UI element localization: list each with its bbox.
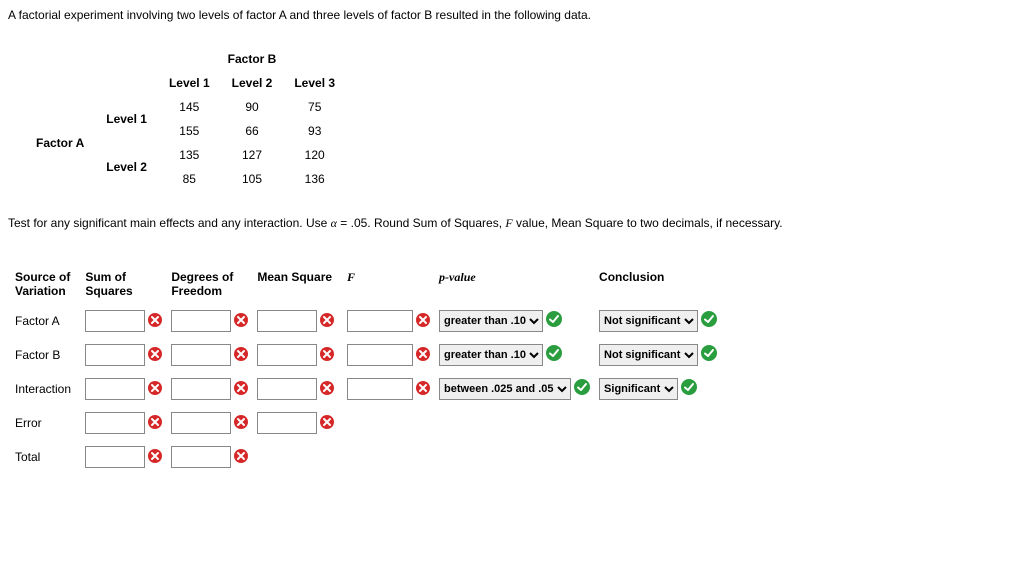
col-pvalue: p-value <box>438 269 592 299</box>
check-icon <box>700 310 718 331</box>
f-int-input[interactable] <box>347 378 413 400</box>
val: 105 <box>222 168 283 190</box>
row-error: Error <box>14 411 78 435</box>
row-level2: Level 2 <box>96 144 157 190</box>
f-a-input[interactable] <box>347 310 413 332</box>
instruction-text: Test for any significant main effects an… <box>8 216 1016 231</box>
col-source: Source ofVariation <box>14 269 78 299</box>
ms-err-input[interactable] <box>257 412 317 434</box>
check-icon <box>545 344 563 365</box>
val: 145 <box>159 96 220 118</box>
row-total: Total <box>14 445 78 469</box>
data-table: Factor B Level 1 Level 2 Level 3 Level 1… <box>24 46 347 192</box>
x-icon <box>147 312 163 331</box>
check-icon <box>700 344 718 365</box>
pvalue-a-select[interactable]: greater than .10 <box>439 310 543 332</box>
df-tot-input[interactable] <box>171 446 231 468</box>
df-int-input[interactable] <box>171 378 231 400</box>
x-icon <box>233 448 249 467</box>
val: 66 <box>222 120 283 142</box>
val: 85 <box>159 168 220 190</box>
x-icon <box>319 380 335 399</box>
x-icon <box>147 380 163 399</box>
pvalue-int-select[interactable]: between .025 and .05 <box>439 378 571 400</box>
x-icon <box>319 414 335 433</box>
row-interaction: Interaction <box>14 377 78 401</box>
factor-a-label: Factor A <box>26 120 94 166</box>
x-icon <box>415 346 431 365</box>
ms-int-input[interactable] <box>257 378 317 400</box>
row-level1: Level 1 <box>96 96 157 142</box>
x-icon <box>233 380 249 399</box>
check-icon <box>545 310 563 331</box>
val: 90 <box>222 96 283 118</box>
concl-a-select[interactable]: Not significant <box>599 310 698 332</box>
df-a-input[interactable] <box>171 310 231 332</box>
x-icon <box>147 346 163 365</box>
df-err-input[interactable] <box>171 412 231 434</box>
ss-a-input[interactable] <box>85 310 145 332</box>
x-icon <box>147 414 163 433</box>
ms-b-input[interactable] <box>257 344 317 366</box>
val: 155 <box>159 120 220 142</box>
ms-a-input[interactable] <box>257 310 317 332</box>
concl-b-select[interactable]: Not significant <box>599 344 698 366</box>
col-df: Degrees ofFreedom <box>170 269 250 299</box>
val: 120 <box>284 144 345 166</box>
check-icon <box>573 378 591 399</box>
x-icon <box>319 312 335 331</box>
x-icon <box>233 312 249 331</box>
x-icon <box>415 380 431 399</box>
x-icon <box>233 346 249 365</box>
col-conclusion: Conclusion <box>598 269 719 299</box>
ss-int-input[interactable] <box>85 378 145 400</box>
row-factor-b: Factor B <box>14 343 78 367</box>
concl-int-select[interactable]: Significant <box>599 378 678 400</box>
col-ss: Sum ofSquares <box>84 269 164 299</box>
x-icon <box>319 346 335 365</box>
val: 135 <box>159 144 220 166</box>
x-icon <box>233 414 249 433</box>
anova-table: Source ofVariation Sum ofSquares Degrees… <box>8 259 725 479</box>
f-b-input[interactable] <box>347 344 413 366</box>
col-level1: Level 1 <box>159 72 220 94</box>
col-f: F <box>346 269 432 299</box>
ss-b-input[interactable] <box>85 344 145 366</box>
col-ms: Mean Square <box>256 269 340 299</box>
ss-err-input[interactable] <box>85 412 145 434</box>
val: 75 <box>284 96 345 118</box>
val: 127 <box>222 144 283 166</box>
val: 93 <box>284 120 345 142</box>
df-b-input[interactable] <box>171 344 231 366</box>
ss-tot-input[interactable] <box>85 446 145 468</box>
factor-b-header: Factor B <box>159 48 345 70</box>
col-level2: Level 2 <box>222 72 283 94</box>
col-level3: Level 3 <box>284 72 345 94</box>
x-icon <box>147 448 163 467</box>
row-factor-a: Factor A <box>14 309 78 333</box>
intro-text: A factorial experiment involving two lev… <box>8 8 1016 22</box>
check-icon <box>680 378 698 399</box>
val: 136 <box>284 168 345 190</box>
x-icon <box>415 312 431 331</box>
pvalue-b-select[interactable]: greater than .10 <box>439 344 543 366</box>
